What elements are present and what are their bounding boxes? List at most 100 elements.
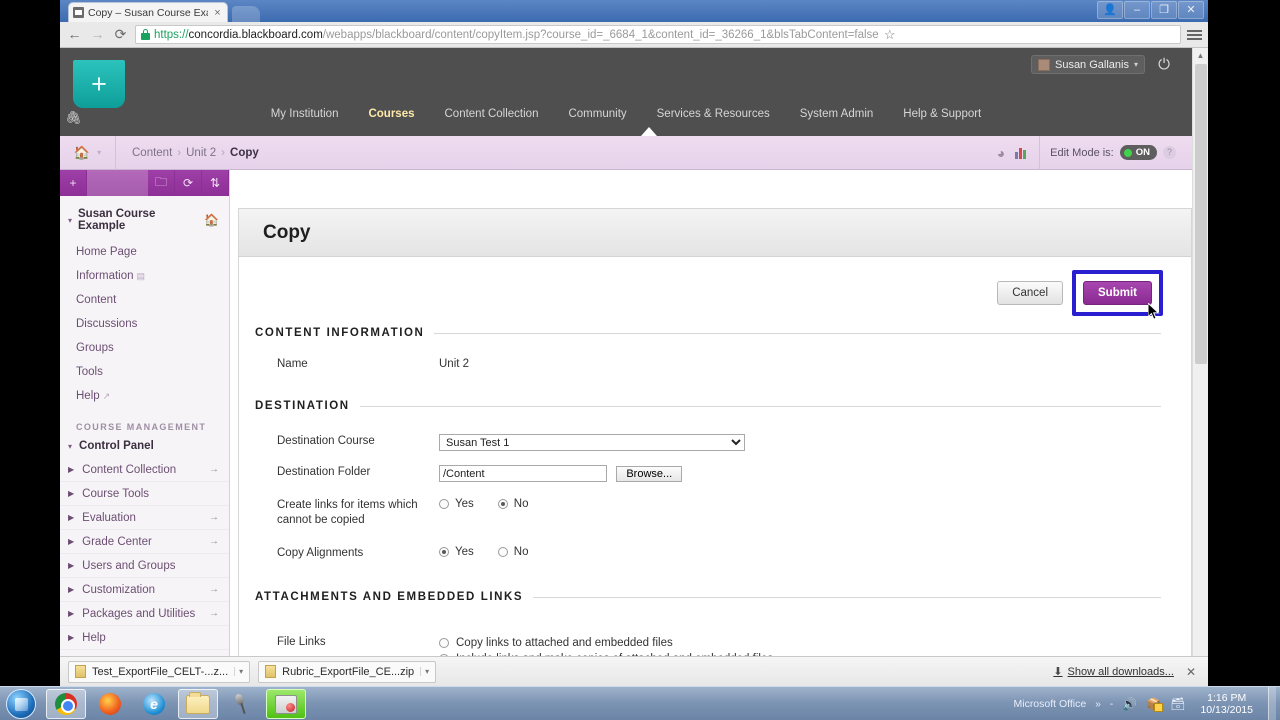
sidebar-item-tools[interactable]: Tools — [60, 360, 229, 384]
bookmark-star-icon[interactable]: ☆ — [883, 27, 897, 43]
file-links-option-1[interactable]: Copy links to attached and embedded file… — [439, 635, 773, 651]
control-panel-item-course-tools[interactable]: ▶ Course Tools — [60, 482, 229, 506]
download-item[interactable]: Rubric_ExportFile_CE...zip ▾ — [258, 660, 437, 683]
sidebar-item-groups[interactable]: Groups — [60, 336, 229, 360]
start-button[interactable] — [6, 689, 36, 719]
control-panel-header[interactable]: ▾ Control Panel — [60, 438, 229, 458]
minimize-button[interactable]: – — [1124, 1, 1150, 19]
twisty-down-icon[interactable]: ▾ — [68, 216, 72, 225]
taskbar-internet-explorer-button[interactable]: e — [134, 689, 174, 719]
close-button[interactable]: ✕ — [1178, 1, 1204, 19]
control-panel-item-grade-center[interactable]: ▶ Grade Center → — [60, 530, 229, 554]
scrollbar-thumb[interactable] — [1195, 64, 1207, 364]
new-tab-button[interactable] — [232, 6, 260, 22]
forward-button[interactable]: → — [89, 26, 106, 43]
nav-courses[interactable]: Courses — [368, 108, 414, 120]
add-item-icon[interactable]: + — [60, 170, 87, 196]
address-bar[interactable]: https://concordia.blackboard.com/webapps… — [135, 25, 1181, 44]
breadcrumb: Content › Unit 2 › Copy — [116, 147, 259, 159]
download-item-name: Test_ExportFile_CELT-...z... — [92, 665, 229, 678]
create-links-no-radio[interactable] — [497, 499, 508, 509]
control-panel-item-label: Evaluation — [82, 511, 136, 524]
copy-alignments-no-radio[interactable] — [497, 547, 508, 557]
nav-content-collection[interactable]: Content Collection — [445, 108, 539, 120]
taskbar-firefox-button[interactable] — [90, 689, 130, 719]
sidebar-item-content[interactable]: Content — [60, 288, 229, 312]
tray-office-label[interactable]: Microsoft Office — [1013, 698, 1086, 710]
submit-button[interactable]: Submit — [1083, 281, 1152, 305]
network-icon[interactable]: 📦 — [1146, 697, 1164, 712]
control-panel-item-users-and-groups[interactable]: ▶ Users and Groups — [60, 554, 229, 578]
nav-community[interactable]: Community — [568, 108, 626, 120]
browse-button[interactable]: Browse... — [616, 465, 683, 482]
sidebar-item-label: Groups — [76, 342, 114, 354]
url-path: /webapps/blackboard/content/copyItem.jsp… — [322, 28, 879, 41]
reload-button[interactable]: ⟳ — [112, 26, 129, 43]
course-title-row: ▾ Susan Course Example 🏠 — [60, 196, 229, 240]
list-view-icon[interactable]: 🗀 — [148, 170, 175, 196]
show-all-downloads-link[interactable]: ⬇ Show all downloads... — [1053, 665, 1174, 679]
file-links-option-1-radio[interactable] — [439, 638, 449, 648]
edit-mode-toggle[interactable]: ON — [1119, 145, 1157, 160]
global-nav: My Institution Courses Content Collectio… — [60, 108, 1192, 120]
sidebar-item-help[interactable]: Help ↗ — [60, 384, 229, 408]
taskbar-file-explorer-button[interactable] — [178, 689, 218, 719]
control-panel-item-packages-and-utilities[interactable]: ▶ Packages and Utilities → — [60, 602, 229, 626]
create-links-yes-label: Yes — [455, 498, 474, 510]
user-menu[interactable]: Susan Gallanis ▾ — [1030, 55, 1145, 74]
twisty-right-icon: ▶ — [68, 633, 75, 642]
sidebar-item-information[interactable]: Information ▤ — [60, 264, 229, 288]
refresh-icon[interactable]: ⟳ — [175, 170, 202, 196]
copy-alignments-yes-radio[interactable] — [439, 547, 449, 557]
section-heading: ATTACHMENTS AND EMBEDDED LINKS — [255, 591, 524, 603]
breadcrumb-home-button[interactable]: 🏠 ▾ — [60, 135, 116, 170]
performance-chart-icon[interactable] — [1015, 146, 1029, 159]
sidebar-item-home-page[interactable]: Home Page — [60, 240, 229, 264]
volume-icon[interactable]: 🔊 — [1122, 697, 1137, 711]
reorder-icon[interactable]: ⇅ — [202, 170, 229, 196]
nav-help-support[interactable]: Help & Support — [903, 108, 981, 120]
user-profile-icon[interactable]: 👤 — [1097, 1, 1123, 19]
destination-course-select[interactable]: Susan Test 1 — [439, 434, 745, 451]
windows-taskbar: e Microsoft Office » - 🔊 📦 🗃 1:16 PM 10/… — [0, 686, 1280, 720]
nav-services-resources[interactable]: Services & Resources — [657, 108, 770, 120]
cancel-button[interactable]: Cancel — [997, 281, 1064, 305]
download-item[interactable]: Test_ExportFile_CELT-...z... ▾ — [68, 660, 251, 683]
help-icon[interactable]: ? — [1163, 146, 1176, 159]
sidebar-item-discussions[interactable]: Discussions — [60, 312, 229, 336]
nav-my-institution[interactable]: My Institution — [271, 108, 339, 120]
section-rule — [533, 596, 1161, 598]
course-home-icon[interactable]: 🏠 — [204, 213, 219, 227]
scroll-up-icon[interactable]: ▲ — [1193, 48, 1208, 64]
section-destination: DESTINATION — [239, 390, 1191, 412]
breadcrumb-item-content[interactable]: Content — [132, 147, 172, 159]
browser-menu-icon[interactable] — [1187, 29, 1202, 40]
tray-overflow-icon[interactable]: » — [1095, 699, 1101, 710]
breadcrumb-item-unit-2[interactable]: Unit 2 — [186, 147, 216, 159]
preview-eye-icon[interactable]: ◕ — [997, 145, 1005, 161]
taskbar-chrome-button[interactable] — [46, 689, 86, 719]
browser-tab[interactable]: Copy – Susan Course Exa × — [68, 2, 228, 22]
maximize-button[interactable]: ❐ — [1151, 1, 1177, 19]
back-button[interactable]: ← — [66, 26, 83, 43]
nav-system-admin[interactable]: System Admin — [800, 108, 874, 120]
page-scrollbar[interactable]: ▲ ▼ — [1192, 48, 1208, 686]
control-panel-item-help[interactable]: ▶ Help — [60, 626, 229, 650]
download-item-menu-icon[interactable]: ▾ — [420, 667, 433, 676]
logout-power-icon[interactable]: ⏻ — [1158, 56, 1170, 73]
show-desktop-button[interactable] — [1268, 687, 1276, 720]
control-panel-item-evaluation[interactable]: ▶ Evaluation → — [60, 506, 229, 530]
blackboard-favicon-icon — [73, 7, 84, 18]
taskbar-microphone-button[interactable] — [222, 689, 262, 719]
clock[interactable]: 1:16 PM 10/13/2015 — [1194, 692, 1259, 716]
action-center-icon[interactable]: 🗃 — [1170, 697, 1185, 711]
control-panel-item-customization[interactable]: ▶ Customization → — [60, 578, 229, 602]
blackboard-logo-icon[interactable]: + — [73, 60, 125, 108]
control-panel-item-content-collection[interactable]: ▶ Content Collection → — [60, 458, 229, 482]
destination-folder-input[interactable] — [439, 465, 607, 482]
create-links-yes-radio[interactable] — [439, 499, 449, 509]
taskbar-paint-button[interactable] — [266, 689, 306, 719]
tab-close-icon[interactable]: × — [212, 7, 223, 19]
close-shelf-icon[interactable]: ✕ — [1186, 665, 1196, 679]
download-item-menu-icon[interactable]: ▾ — [234, 667, 247, 676]
